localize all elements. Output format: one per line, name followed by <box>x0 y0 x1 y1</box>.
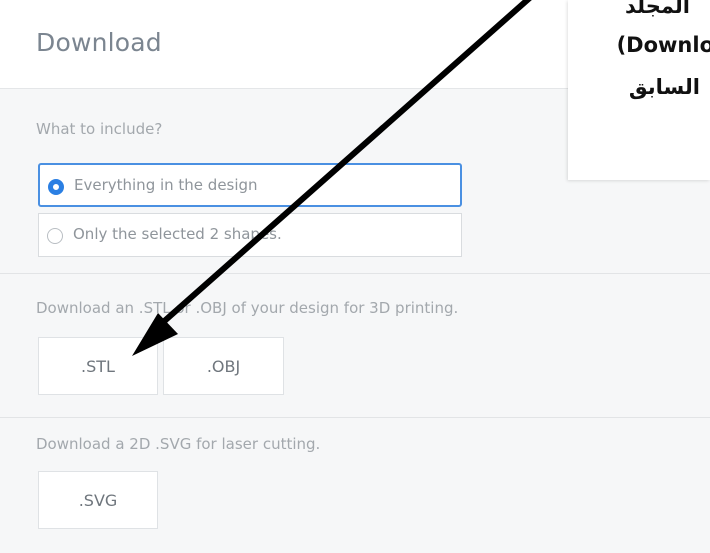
callout-line-3: السابق <box>628 75 700 99</box>
stl-button[interactable]: .STL <box>38 337 158 395</box>
annotation-callout: المجلد (Downlo السابق <box>568 0 710 180</box>
radio-unselected-icon[interactable] <box>47 228 63 244</box>
option-everything[interactable]: Everything in the design <box>38 163 462 207</box>
divider <box>0 273 710 274</box>
option-selected-shapes-label: Only the selected 2 shapes. <box>73 225 282 243</box>
option-everything-label: Everything in the design <box>74 176 258 194</box>
svg-button[interactable]: .SVG <box>38 471 158 529</box>
panel-title: Download <box>36 28 162 57</box>
print-section-label: Download an .STL or .OBJ of your design … <box>36 299 459 317</box>
callout-line-1: المجلد <box>625 0 690 18</box>
callout-line-2: (Downlo <box>616 33 710 57</box>
radio-selected-icon[interactable] <box>48 179 64 195</box>
divider <box>0 417 710 418</box>
option-selected-shapes[interactable]: Only the selected 2 shapes. <box>38 213 462 257</box>
include-label: What to include? <box>36 120 163 138</box>
obj-button[interactable]: .OBJ <box>163 337 284 395</box>
laser-section-label: Download a 2D .SVG for laser cutting. <box>36 435 321 453</box>
